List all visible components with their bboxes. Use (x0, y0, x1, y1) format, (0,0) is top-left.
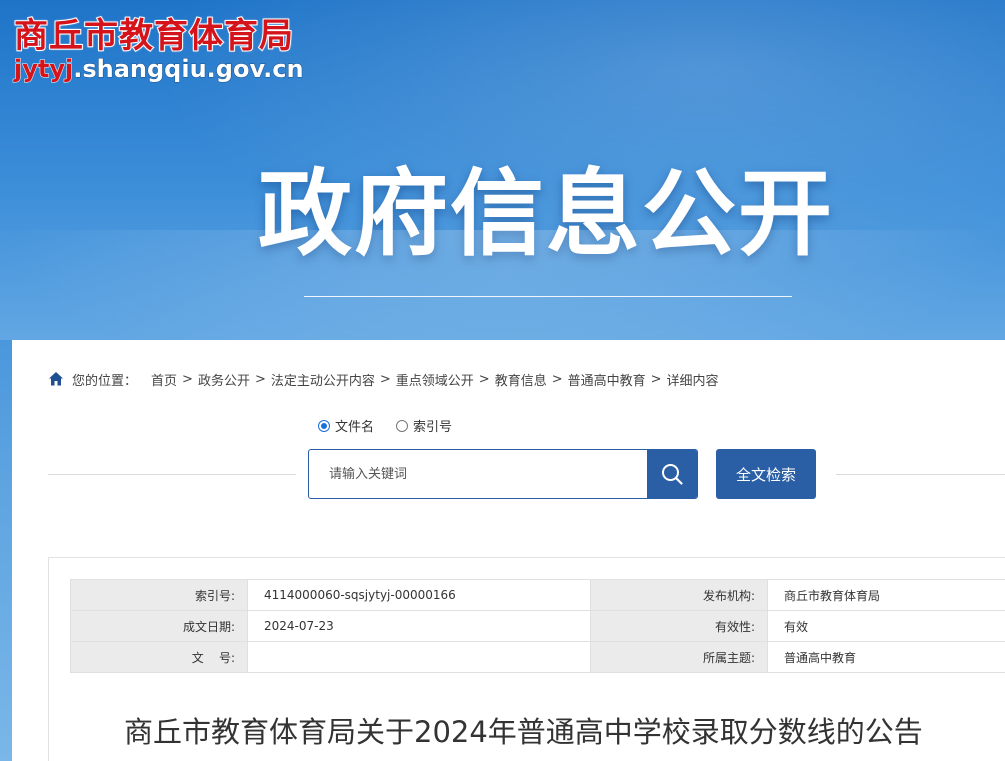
validity-value: 有效 (767, 610, 1005, 642)
breadcrumb-high-school[interactable]: 普通高中教育 (568, 370, 646, 389)
breadcrumb-home[interactable]: 首页 (151, 370, 177, 389)
radio-filename-indicator[interactable] (318, 419, 330, 432)
breadcrumb-separator: > (478, 371, 490, 387)
radio-filename-label: 文件名 (335, 420, 375, 435)
divider-right (836, 474, 1005, 475)
search-type-options: 文件名 索引号 (318, 416, 452, 435)
validity-label: 有效性: (590, 610, 768, 642)
topic-value: 普通高中教育 (767, 641, 1005, 673)
header-banner: 商丘市教育体育局 jytyj.shangqiu.gov.cn 政府信息公开 (0, 0, 1005, 340)
breadcrumb-detail[interactable]: 详细内容 (667, 370, 719, 389)
breadcrumb: 您的位置： 首页 > 政务公开 > 法定主动公开内容 > 重点领域公开 > 教育… (48, 370, 719, 389)
breadcrumb-separator: > (650, 371, 662, 387)
content-panel: 您的位置： 首页 > 政务公开 > 法定主动公开内容 > 重点领域公开 > 教育… (12, 340, 1005, 761)
publisher-label: 发布机构: (590, 579, 768, 611)
site-url-prefix: jytyj (13, 55, 74, 84)
breadcrumb-key-areas[interactable]: 重点领域公开 (396, 370, 474, 389)
banner-divider (304, 296, 792, 297)
table-row: 成文日期: 2024-07-23 有效性: 有效 (70, 610, 1005, 642)
table-row: 索引号: 4114000060-sqsjytyj-00000166 发布机构: … (70, 579, 1005, 611)
table-row: 文 号: 所属主题: 普通高中教育 (70, 641, 1005, 673)
date-value: 2024-07-23 (247, 610, 591, 642)
site-logo-url[interactable]: jytyj.shangqiu.gov.cn (13, 55, 304, 84)
site-url-suffix: .shangqiu.gov.cn (73, 55, 304, 84)
breadcrumb-separator: > (551, 371, 563, 387)
index-label: 索引号: (70, 579, 248, 611)
home-icon (49, 372, 63, 386)
article-title: 商丘市教育体育局关于2024年普通高中学校录取分数线的公告 (124, 715, 923, 749)
banner-title: 政府信息公开 (258, 160, 835, 269)
docno-label: 文 号: (70, 641, 248, 673)
search-input[interactable] (309, 450, 647, 498)
publisher-value: 商丘市教育体育局 (767, 579, 1005, 611)
docno-value (247, 641, 591, 673)
fulltext-search-button[interactable]: 全文检索 (716, 449, 816, 499)
radio-index-number-label: 索引号 (413, 420, 453, 435)
divider-left (48, 474, 296, 475)
radio-filename[interactable]: 文件名 (318, 416, 374, 435)
breadcrumb-statutory[interactable]: 法定主动公开内容 (271, 370, 375, 389)
site-logo-title[interactable]: 商丘市教育体育局 (13, 15, 294, 57)
date-label: 成文日期: (70, 610, 248, 642)
search-button[interactable] (647, 450, 697, 498)
breadcrumb-gov-affairs[interactable]: 政务公开 (198, 370, 250, 389)
radio-index-number[interactable]: 索引号 (396, 416, 452, 435)
info-table: 索引号: 4114000060-sqsjytyj-00000166 发布机构: … (70, 579, 1005, 673)
breadcrumb-separator: > (379, 371, 391, 387)
search-icon (662, 464, 683, 485)
breadcrumb-label: 您的位置： (72, 373, 138, 389)
topic-label: 所属主题: (590, 641, 768, 673)
search-box (308, 449, 698, 499)
breadcrumb-separator: > (254, 371, 266, 387)
index-value: 4114000060-sqsjytyj-00000166 (247, 579, 591, 611)
breadcrumb-separator: > (182, 371, 193, 387)
breadcrumb-education-info[interactable]: 教育信息 (495, 370, 547, 389)
radio-index-number-indicator[interactable] (396, 419, 409, 432)
